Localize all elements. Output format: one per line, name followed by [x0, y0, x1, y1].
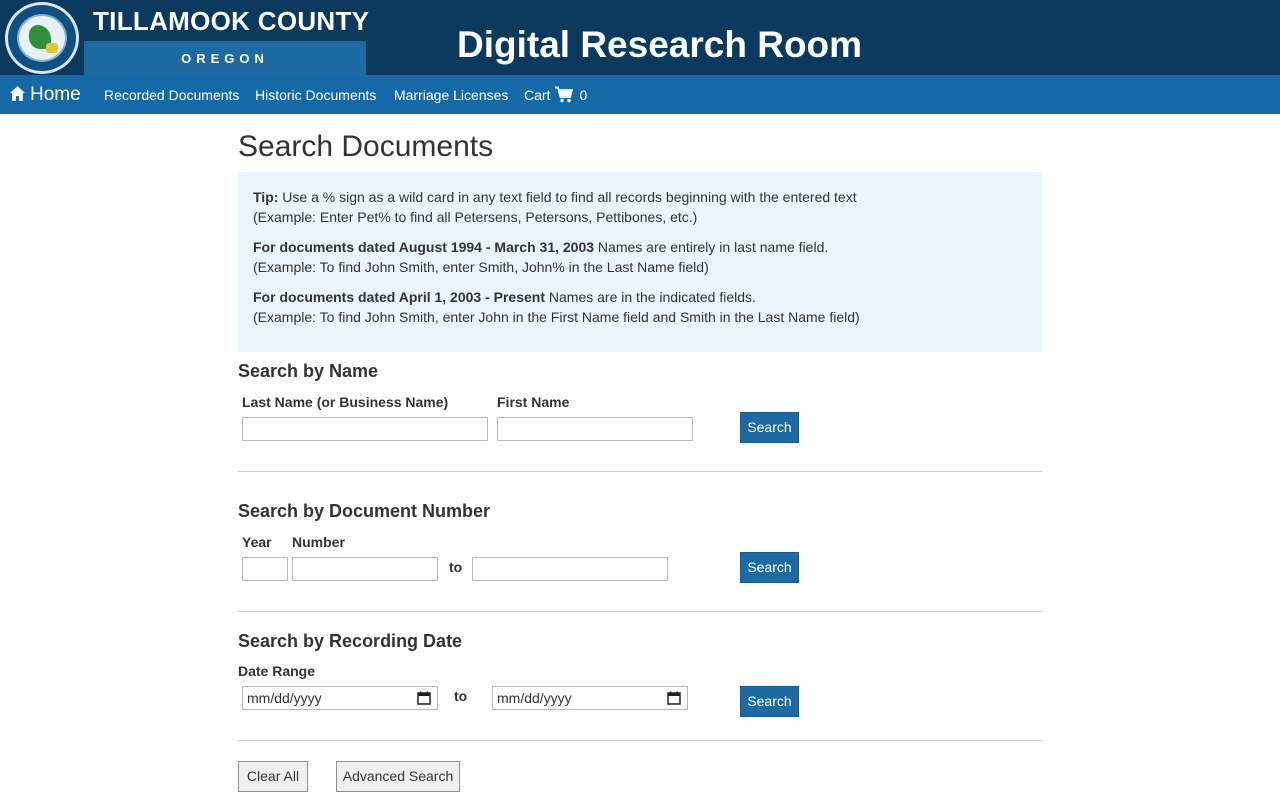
calendar-icon[interactable]: [417, 691, 431, 705]
divider: [238, 471, 1042, 472]
nav-cart-label: Cart: [524, 87, 551, 103]
calendar-icon[interactable]: [667, 691, 681, 705]
brand-state: OREGON: [181, 51, 269, 66]
divider: [238, 611, 1042, 612]
nav-recorded-documents[interactable]: Recorded Documents: [104, 75, 239, 114]
clear-all-button[interactable]: Clear All: [238, 761, 308, 792]
number-to-label: to: [449, 559, 463, 575]
first-name-label: First Name: [497, 394, 570, 410]
search-by-name-button[interactable]: Search: [740, 412, 799, 443]
cart-icon: [555, 86, 574, 103]
divider: [238, 740, 1042, 741]
tip-range-1994-2003: For documents dated August 1994 - March …: [253, 239, 829, 275]
main-nav: Home Recorded Documents Historic Documen…: [0, 75, 1280, 114]
search-tips-box: Tip: Use a % sign as a wild card in any …: [238, 172, 1042, 352]
nav-cart-link[interactable]: Cart 0: [524, 75, 587, 114]
last-name-label: Last Name (or Business Name): [242, 394, 449, 410]
first-name-input[interactable]: [497, 417, 693, 441]
search-by-recording-date-title: Search by Recording Date: [238, 631, 463, 651]
brand-title: TILLAMOOK COUNTY: [93, 6, 370, 36]
number-label: Number: [292, 534, 345, 550]
site-title: Digital Research Room: [457, 24, 863, 65]
nav-home-label: Home: [30, 84, 81, 105]
last-name-input[interactable]: [242, 417, 488, 441]
tip-wildcard: Tip: Use a % sign as a wild card in any …: [253, 189, 857, 225]
nav-home-link[interactable]: Home: [9, 75, 81, 114]
brand-block[interactable]: TILLAMOOK COUNTY OREGON: [0, 0, 370, 75]
search-by-date-button[interactable]: Search: [740, 686, 799, 717]
date-to-input[interactable]: mm/dd/yyyy: [492, 686, 688, 710]
county-seal-logo: [5, 2, 79, 74]
page-title: Search Documents: [238, 130, 494, 163]
nav-cart-count: 0: [579, 87, 588, 103]
document-number-from-input[interactable]: [292, 557, 438, 581]
date-from-input[interactable]: mm/dd/yyyy: [242, 686, 438, 710]
document-number-to-input[interactable]: [472, 557, 668, 581]
date-range-label: Date Range: [238, 663, 316, 679]
date-from-placeholder: mm/dd/yyyy: [247, 690, 322, 706]
search-by-name-title: Search by Name: [238, 361, 379, 381]
date-to-placeholder: mm/dd/yyyy: [497, 690, 572, 706]
advanced-search-button[interactable]: Advanced Search: [336, 761, 460, 792]
search-by-number-button[interactable]: Search: [740, 552, 799, 583]
year-input[interactable]: [242, 557, 288, 581]
nav-historic-documents[interactable]: Historic Documents: [255, 75, 376, 114]
site-header: TILLAMOOK COUNTY OREGON Digital Research…: [0, 0, 1280, 75]
date-to-label: to: [454, 688, 468, 704]
year-label: Year: [242, 534, 272, 550]
home-icon: [10, 86, 25, 101]
search-by-document-number-title: Search by Document Number: [238, 501, 491, 521]
nav-marriage-licenses[interactable]: Marriage Licenses: [394, 75, 508, 114]
tip-range-2003-present: For documents dated April 1, 2003 - Pres…: [253, 289, 860, 325]
